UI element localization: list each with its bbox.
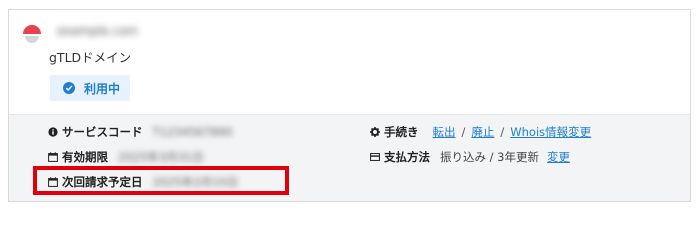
payment-label: 支払方法 [384,150,430,164]
next-billing-label: 次回請求予定日 [62,175,143,189]
tld-type: gTLDドメイン [49,50,132,65]
service-code-row: サービスコード T1234567890 [48,124,233,140]
separator: / [461,125,466,139]
next-billing-row: 次回請求予定日 2025年2月10日 [48,174,238,190]
check-circle-icon [63,82,75,94]
info-icon [48,127,58,137]
status-badge: 利用中 [50,75,130,101]
calendar-icon [48,177,58,187]
payment-row: 支払方法 振り込み / 3年更新 変更 [370,149,570,165]
expiry-value: 2025年3月31日 [118,150,204,164]
separator: / [500,125,505,139]
brand-logo-icon [23,25,41,43]
credit-card-icon [370,152,380,162]
cancel-link[interactable]: 廃止 [471,124,494,140]
domain-name: example.com [57,24,139,38]
expiry-label: 有効期限 [62,150,108,164]
service-code-label: サービスコード [62,125,143,139]
payment-value: 振り込み / 3年更新 [440,150,540,164]
domain-header: example.com gTLDドメイン 利用中 [9,10,690,114]
service-code-value: T1234567890 [152,125,233,139]
next-billing-value: 2025年2月10日 [152,175,239,189]
procedures-label: 手続き [384,125,419,139]
calendar-icon [48,152,58,162]
procedures-row: 手続き 転出 / 廃止 / Whois情報変更 [370,124,591,140]
status-label: 利用中 [84,81,121,96]
whois-change-link[interactable]: Whois情報変更 [510,124,591,140]
payment-change-link[interactable]: 変更 [547,149,570,165]
gear-icon [370,127,380,137]
expiry-row: 有効期限 2025年3月31日 [48,149,204,165]
transfer-out-link[interactable]: 転出 [433,124,456,140]
